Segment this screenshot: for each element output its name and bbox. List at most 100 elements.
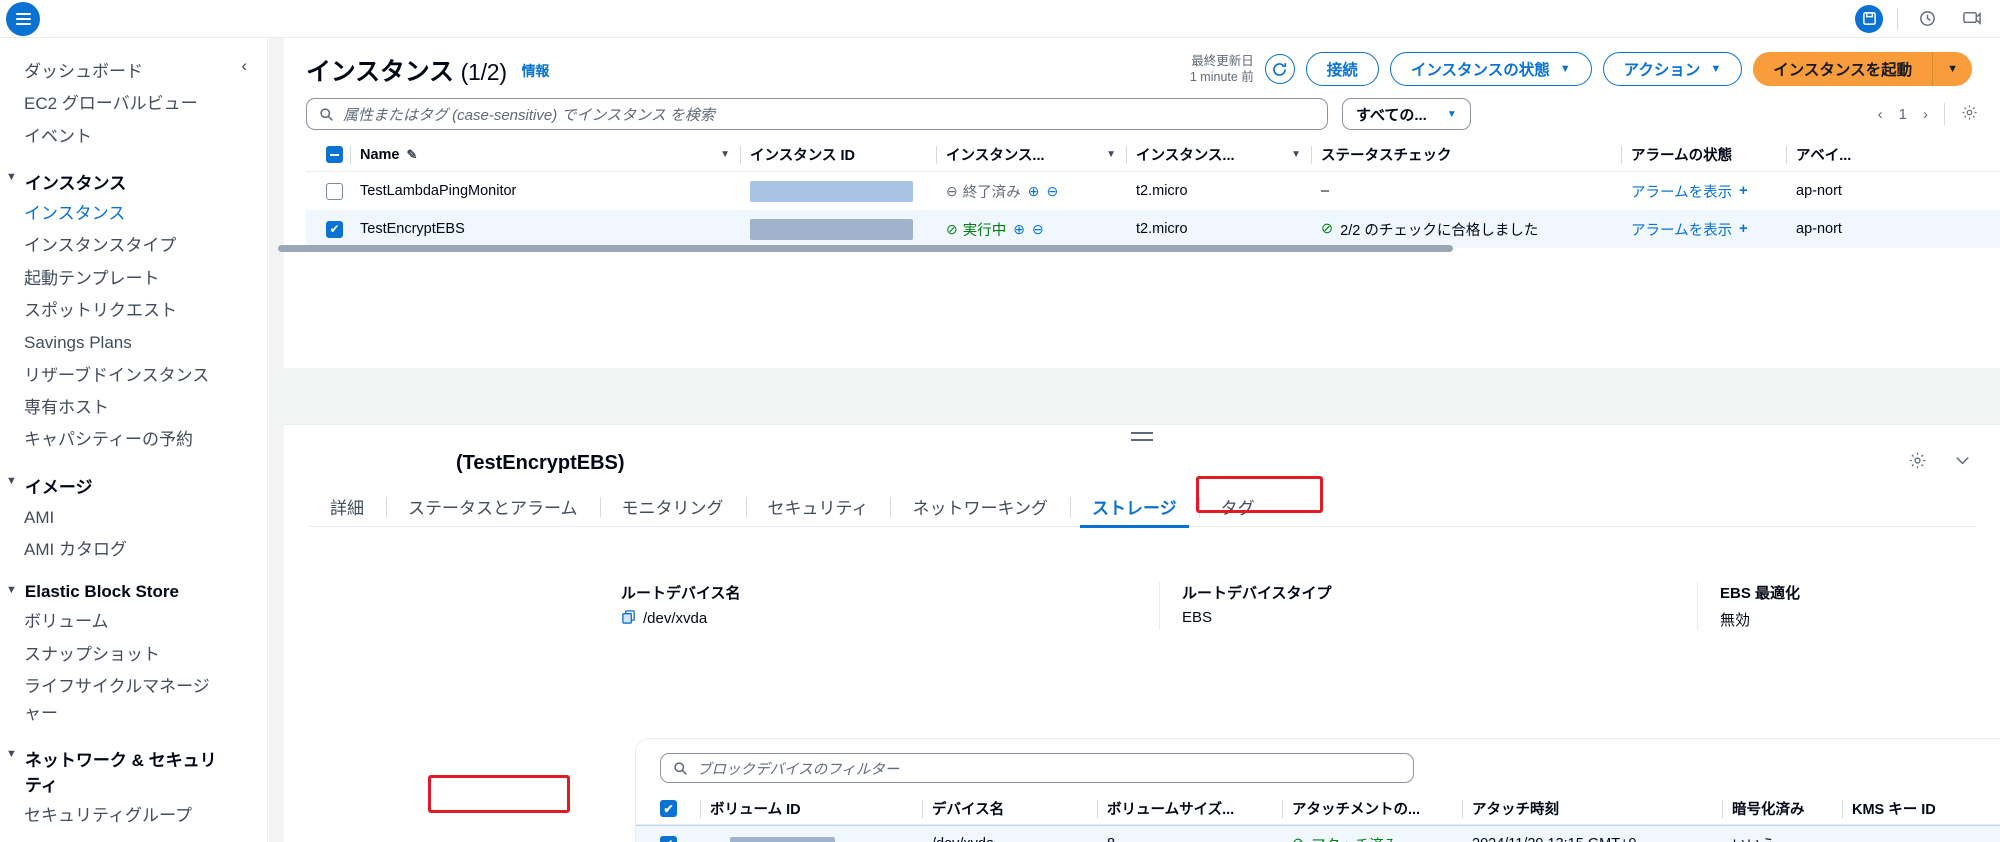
tab-tags[interactable]: タグ [1198,487,1277,527]
refresh-icon[interactable] [1264,54,1295,84]
bd-column-attach-time[interactable]: アタッチ時刻 [1472,798,1722,819]
sidebar-item-ami-catalog[interactable]: AMI カタログ [24,534,267,566]
detail-panel-tools [1908,451,1972,475]
search-input[interactable]: 属性またはタグ (case-sensitive) でインスタンス を検索 [306,98,1328,130]
launch-instance-button[interactable]: インスタンスを起動 [1753,52,1933,86]
table-row[interactable]: TestLambdaPingMonitor ⊖ 終了済み ⊕ ⊖ t2.micr… [306,172,2000,210]
sidebar-item-spot-requests[interactable]: スポットリクエスト [24,295,267,327]
chevron-down-icon[interactable]: ▼ [720,149,730,160]
add-alarm-icon[interactable]: + [1739,221,1747,237]
sidebar-group-elastic-block-store[interactable]: ▼ Elastic Block Store [0,582,267,602]
sidebar-group-label: ネットワーク & セキュリティ [24,750,217,795]
bd-column-kms-key-id[interactable]: KMS キー ID [1852,798,2000,819]
sidebar-item-dedicated-hosts[interactable]: 専有ホスト [24,392,267,424]
sidebar-item-capacity-reservations[interactable]: キャパシティーの予約 [24,424,267,456]
column-header-alarm-state[interactable]: アラームの状態 [1631,144,1786,165]
launch-chevron-down-icon[interactable]: ▼ [1933,52,1972,86]
sidebar-item-instance-types[interactable]: インスタンスタイプ [24,230,267,262]
detail-panel-title: (TestEncryptEBS) [456,452,625,475]
column-header-name[interactable]: Name ✎ ▼ [360,147,740,163]
sidebar-item-instances[interactable]: インスタンス [24,198,267,230]
bd-select-all-checkbox[interactable]: ✔ [660,800,677,817]
actions-button[interactable]: アクション ▼ [1602,52,1743,86]
view-alarms-link[interactable]: アラームを表示 [1631,219,1732,240]
table-row[interactable]: ✔ TestEncryptEBS ⊘ 実行中 ⊕ ⊖ t2.micro ⊘ 2/… [306,210,2000,248]
column-header-instance-id[interactable]: インスタンス ID [750,144,936,165]
row-checkbox[interactable]: ✔ [326,220,343,238]
bd-row-checkbox[interactable]: ✔ [660,835,677,842]
info-link[interactable]: 情報 [522,63,550,79]
connect-button[interactable]: 接続 [1305,52,1379,86]
bd-column-attachment-status[interactable]: アタッチメントの... [1292,798,1462,819]
chevron-down-icon[interactable]: ▼ [1106,149,1116,160]
row-divider [740,182,741,200]
add-alarm-icon[interactable]: + [1739,183,1747,199]
sidebar-item-security-groups[interactable]: セキュリティグループ [24,800,267,832]
sidebar-group-images-items: AMI AMI カタログ [0,502,267,567]
row-divider [1311,182,1312,200]
sidebar-item-ami[interactable]: AMI [24,502,267,534]
tab-security[interactable]: セキュリティ [745,487,891,527]
tab-details[interactable]: 詳細 [308,487,386,527]
block-devices-filter-input[interactable]: ブロックデバイスのフィルター [660,753,1414,783]
hamburger-menu-icon[interactable] [6,1,40,36]
edit-pencil-icon[interactable]: ✎ [407,147,418,163]
sidebar-item-savings-plans[interactable]: Savings Plans [24,327,267,359]
column-header-status-check[interactable]: ステータスチェック [1321,144,1621,165]
instances-horizontal-scrollbar[interactable] [278,245,1453,252]
gear-icon[interactable] [1961,104,1978,125]
launch-instance-split-button[interactable]: インスタンスを起動 ▼ [1753,52,1972,86]
zoom-in-icon[interactable]: ⊕ [1028,183,1040,200]
view-alarms-link[interactable]: アラームを表示 [1631,181,1732,202]
sidebar-item-ec2-global-view[interactable]: EC2 グローバルビュー [24,88,243,120]
chevron-down-icon[interactable] [1953,451,1972,475]
sidebar-group-images[interactable]: ▼ イメージ [0,473,267,498]
sidebar-group-instances[interactable]: ▼ インスタンス [0,169,267,194]
sidebar-item-reserved-instances[interactable]: リザーブドインスタンス [24,360,267,392]
sidebar-item-dashboard[interactable]: ダッシュボード [24,56,143,88]
select-all-checkbox[interactable] [326,146,343,163]
row-divider [1621,182,1622,200]
row-divider [1126,182,1127,200]
clock-history-icon[interactable] [1912,4,1942,34]
column-divider [1126,145,1127,164]
row-checkbox[interactable] [326,182,343,200]
bd-column-device-name[interactable]: デバイス名 [932,798,1097,819]
bd-column-encrypted[interactable]: 暗号化済み [1732,798,1842,819]
zoom-out-icon[interactable]: ⊖ [1046,183,1058,200]
gear-icon[interactable] [1908,451,1927,475]
tab-monitoring[interactable]: モニタリング [599,487,746,527]
sidebar-item-volumes[interactable]: ボリューム [24,606,267,638]
chevron-down-icon[interactable]: ▼ [1291,149,1301,160]
column-header-instance-type[interactable]: インスタンス... ▼ [1136,144,1311,165]
filter-select[interactable]: すべての... ▼ [1342,98,1471,130]
column-divider [1621,145,1622,164]
zoom-in-icon[interactable]: ⊕ [1013,221,1025,238]
save-icon[interactable] [1855,4,1883,33]
bd-column-volume-id[interactable]: ボリューム ID [710,798,922,819]
row-divider [936,220,937,238]
sidebar-item-launch-templates[interactable]: 起動テンプレート [24,263,267,295]
tab-storage[interactable]: ストレージ [1069,487,1199,528]
sidebar-item-lifecycle-manager[interactable]: ライフサイクルマネージャー [24,671,210,730]
notifications-icon[interactable] [1956,4,1986,34]
sidebar-group-network-security[interactable]: ▼ ネットワーク & セキュリティ [0,746,267,796]
filter-select-value: すべての... [1356,106,1427,124]
column-header-instance-state[interactable]: インスタンス... ▼ [946,144,1126,165]
sidebar-item-snapshots[interactable]: スナップショット [24,639,267,671]
column-header-availability-zone[interactable]: アベイ... [1796,144,1916,165]
sidebar-item-events[interactable]: イベント [24,121,243,153]
tab-status-and-alarms[interactable]: ステータスとアラーム [386,487,600,527]
sidebar-top-row: ダッシュボード ‹ [0,56,267,88]
panel-resize-handle[interactable] [1131,432,1153,441]
block-devices-row[interactable]: ✔ /dev/xvda 8 ⊘ アタッチ済み 2024/11/29 13:15 … [636,825,2000,842]
chevron-left-icon[interactable]: ‹ [241,56,247,76]
instance-state-button[interactable]: インスタンスの状態 ▼ [1389,52,1592,86]
zoom-out-icon[interactable]: ⊖ [1032,221,1044,238]
copy-icon[interactable] [621,609,636,627]
bd-column-volume-size[interactable]: ボリュームサイズ... [1107,798,1282,819]
state-label: 実行中 [962,222,1007,239]
prev-page-button[interactable]: ‹ [1878,106,1883,123]
tab-networking[interactable]: ネットワーキング [890,487,1070,527]
next-page-button[interactable]: › [1923,106,1928,123]
